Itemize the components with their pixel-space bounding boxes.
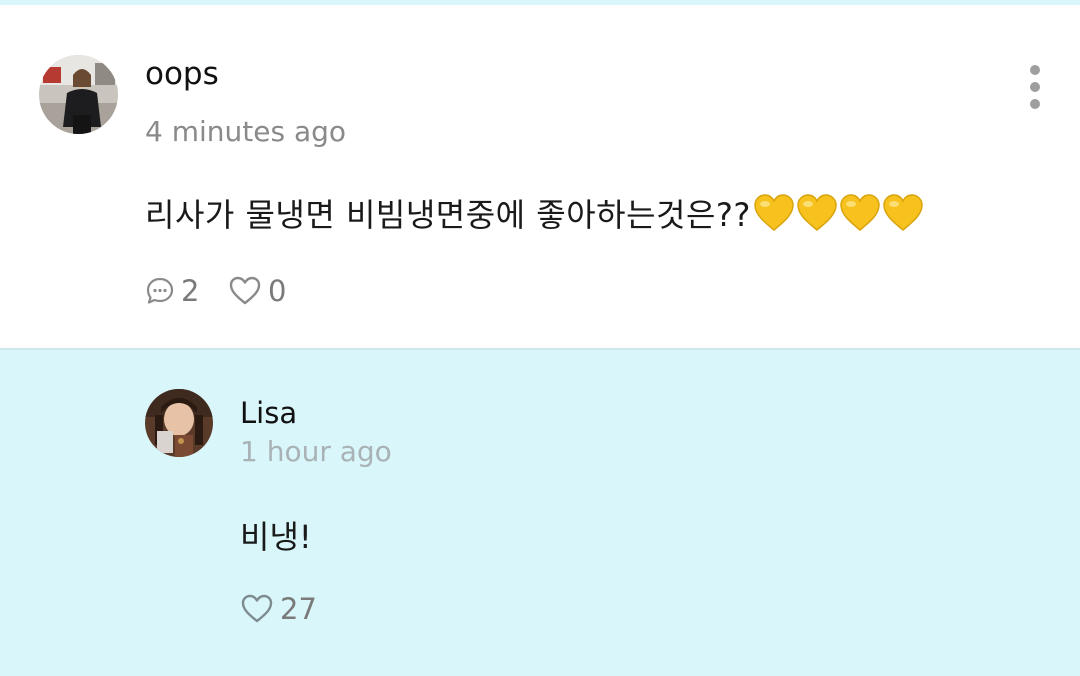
like-button[interactable]: 0 [228, 274, 286, 308]
reply-count: 2 [181, 274, 200, 308]
emoji-group [753, 194, 925, 232]
yellow-heart-icon [754, 194, 794, 231]
comment-username[interactable]: oops [145, 56, 219, 92]
more-vert-icon [1030, 65, 1040, 75]
comment-text: 리사가 물냉면 비빔냉면중에 좋아하는것은?? [145, 190, 925, 236]
more-vert-icon [1030, 82, 1040, 92]
comment-bubble-icon [146, 277, 174, 304]
reply-username[interactable]: Lisa [240, 396, 297, 430]
comment-timestamp: 4 minutes ago [145, 115, 347, 148]
reply-like-button[interactable]: 27 [240, 592, 317, 626]
more-vert-icon [1030, 99, 1040, 109]
more-options-button[interactable] [1018, 62, 1052, 114]
reply-button[interactable]: 2 [145, 274, 199, 308]
yellow-heart-icon [883, 194, 923, 231]
reply-timestamp: 1 hour ago [240, 435, 392, 468]
like-count: 0 [268, 274, 287, 308]
comment-text-content: 리사가 물냉면 비빔냉면중에 좋아하는것은?? [145, 196, 751, 234]
avatar[interactable] [39, 55, 118, 134]
heart-outline-icon [241, 594, 273, 623]
reply-avatar[interactable] [145, 389, 213, 457]
reply-like-count: 27 [280, 592, 317, 626]
reply-text: 비냉! [240, 518, 312, 556]
yellow-heart-icon [840, 194, 880, 231]
yellow-heart-icon [797, 194, 837, 231]
heart-outline-icon [229, 276, 261, 305]
